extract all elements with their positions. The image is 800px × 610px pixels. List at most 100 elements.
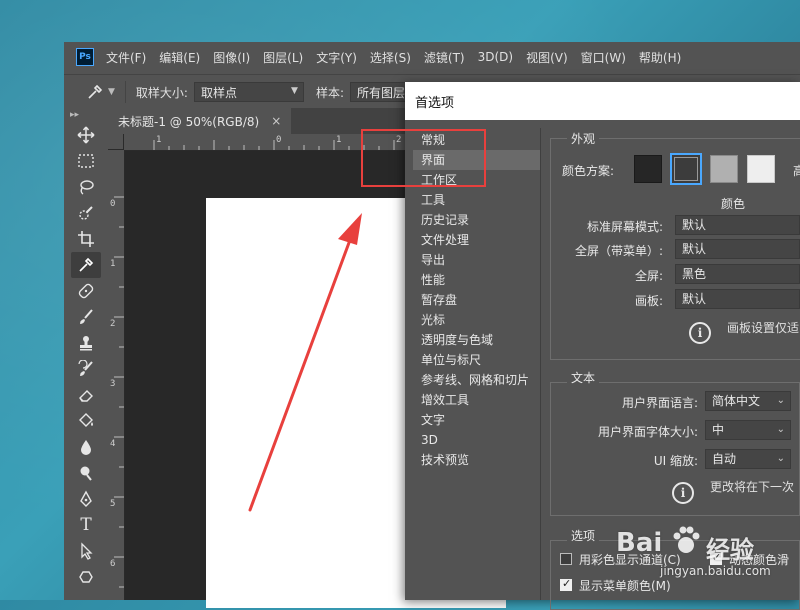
ruler-label: 2	[110, 319, 116, 329]
close-icon[interactable]: ×	[271, 114, 281, 128]
fullscreen-menu-label: 全屏（带菜单）:	[574, 244, 663, 258]
options-group-title: 选项	[567, 527, 600, 544]
fullscreen-select[interactable]: 黑色	[675, 264, 800, 284]
annotation-highlight-box	[361, 129, 486, 187]
move-icon[interactable]	[71, 122, 101, 148]
nav-item-tools[interactable]: 工具	[413, 190, 541, 210]
chevron-down-icon[interactable]: ▼	[108, 87, 115, 97]
history-brush-icon[interactable]	[71, 356, 101, 382]
paint-bucket-icon[interactable]	[71, 408, 101, 434]
menu-edit[interactable]: 编辑(E)	[159, 49, 200, 66]
panel-collapse-icon[interactable]: ▸▸	[64, 108, 108, 122]
ruler-label: 4	[110, 439, 116, 449]
artboard-value: 默认	[682, 292, 707, 306]
lasso-icon[interactable]	[71, 174, 101, 200]
quick-select-icon[interactable]	[71, 200, 101, 226]
ruler-label: 0	[110, 199, 116, 209]
dialog-title-bar[interactable]: 首选项	[405, 82, 800, 120]
pen-icon[interactable]	[71, 486, 101, 512]
chevron-down-icon: ▼	[291, 86, 298, 96]
ui-language-select[interactable]: 简体中文 ⌄	[705, 391, 791, 411]
nav-item-history[interactable]: 历史记录	[413, 210, 541, 230]
path-select-icon[interactable]	[71, 538, 101, 564]
chevron-down-icon: ⌄	[776, 453, 785, 464]
watermark-brand-2: 经验	[706, 536, 754, 564]
color-scheme-swatch-3[interactable]	[710, 155, 738, 183]
ruler-corner	[108, 134, 124, 150]
eraser-icon[interactable]	[71, 382, 101, 408]
menu-image[interactable]: 图像(I)	[213, 49, 250, 66]
dialog-title: 首选项	[415, 95, 455, 111]
nav-item-tech-preview[interactable]: 技术预览	[413, 450, 541, 470]
ui-scaling-select[interactable]: 自动 ⌄	[705, 449, 791, 469]
standard-screen-mode-label: 标准屏幕模式:	[586, 220, 663, 234]
ruler-label: 6	[110, 559, 116, 569]
nav-item-type[interactable]: 文字	[413, 410, 541, 430]
info-icon: i	[672, 482, 694, 504]
marquee-icon[interactable]	[71, 148, 101, 174]
crop-icon[interactable]	[71, 226, 101, 252]
nav-item-plugins[interactable]: 增效工具	[413, 390, 541, 410]
color-scheme-swatch-1[interactable]	[634, 155, 662, 183]
nav-item-3d[interactable]: 3D	[413, 430, 541, 450]
brush-icon[interactable]	[71, 304, 101, 330]
dodge-icon[interactable]	[71, 460, 101, 486]
ui-font-size-select[interactable]: 中 ⌄	[705, 420, 791, 440]
ui-language-value: 简体中文	[712, 394, 761, 408]
color-scheme-swatch-4[interactable]	[747, 155, 775, 183]
sample-select[interactable]: 所有图层	[350, 82, 411, 102]
nav-item-transparency[interactable]: 透明度与色域	[413, 330, 541, 350]
divider	[124, 81, 126, 103]
shape-icon[interactable]	[71, 564, 101, 590]
nav-item-cursors[interactable]: 光标	[413, 310, 541, 330]
blur-icon[interactable]	[71, 434, 101, 460]
watermark-brand: Bai	[616, 528, 663, 558]
ui-scaling-label: UI 缩放:	[653, 454, 698, 468]
preferences-nav: 常规 界面 工作区 工具 历史记录 文件处理 导出 性能 暂存盘 光标 透明度与…	[413, 130, 541, 600]
artboard-select[interactable]: 默认	[675, 289, 800, 309]
nav-item-export[interactable]: 导出	[413, 250, 541, 270]
nav-item-guides-grid[interactable]: 参考线、网格和切片	[413, 370, 541, 390]
menu-filter[interactable]: 滤镜(T)	[424, 49, 465, 66]
nav-item-units-rulers[interactable]: 单位与标尺	[413, 350, 541, 370]
appearance-group-title: 外观	[567, 130, 600, 147]
color-scheme-label: 颜色方案:	[562, 164, 615, 178]
menu-type[interactable]: 文字(Y)	[316, 49, 357, 66]
color-scheme-swatch-2[interactable]	[670, 153, 702, 185]
menu-view[interactable]: 视图(V)	[526, 49, 568, 66]
menu-window[interactable]: 窗口(W)	[581, 49, 626, 66]
type-icon[interactable]: T	[71, 512, 101, 538]
standard-screen-mode-value: 默认	[682, 218, 707, 232]
menu-layer[interactable]: 图层(L)	[263, 49, 303, 66]
menu-file[interactable]: 文件(F)	[106, 49, 146, 66]
menu-3d[interactable]: 3D(D)	[478, 50, 513, 64]
standard-screen-mode-select[interactable]: 默认	[675, 215, 800, 235]
sample-value: 所有图层	[357, 85, 406, 100]
nav-item-file-handling[interactable]: 文件处理	[413, 230, 541, 250]
nav-item-scratch-disks[interactable]: 暂存盘	[413, 290, 541, 310]
document-tab[interactable]: 未标题-1 @ 50%(RGB/8) ×	[108, 108, 292, 134]
fullscreen-label: 全屏:	[634, 269, 663, 283]
nav-item-performance[interactable]: 性能	[413, 270, 541, 290]
healing-brush-icon[interactable]	[71, 278, 101, 304]
show-menu-colors-checkbox[interactable]	[560, 577, 572, 591]
watermark-url: jingyan.baidu.com	[660, 564, 771, 578]
ui-language-label: 用户界面语言:	[621, 396, 698, 410]
color-channels-checkbox[interactable]	[560, 553, 572, 565]
fullscreen-menu-value: 默认	[682, 242, 707, 256]
menu-help[interactable]: 帮助(H)	[639, 49, 681, 66]
document-tab-title: 未标题-1 @ 50%(RGB/8)	[118, 114, 260, 129]
eyedropper-tool-preset-icon[interactable]	[84, 81, 106, 103]
ruler-label: 3	[110, 379, 116, 389]
ruler-label: 0	[276, 135, 282, 145]
sample-size-select[interactable]: 取样点 ▼	[193, 82, 304, 102]
ruler-label: 1	[156, 135, 162, 145]
fullscreen-value: 黑色	[682, 267, 707, 281]
menu-select[interactable]: 选择(S)	[370, 49, 411, 66]
ruler-label: 1	[336, 135, 342, 145]
clone-stamp-icon[interactable]	[71, 330, 101, 356]
artboard-label: 画板:	[634, 294, 663, 308]
eyedropper-icon[interactable]	[71, 252, 101, 278]
ui-scaling-value: 自动	[712, 452, 737, 466]
fullscreen-menu-select[interactable]: 默认	[675, 239, 800, 259]
